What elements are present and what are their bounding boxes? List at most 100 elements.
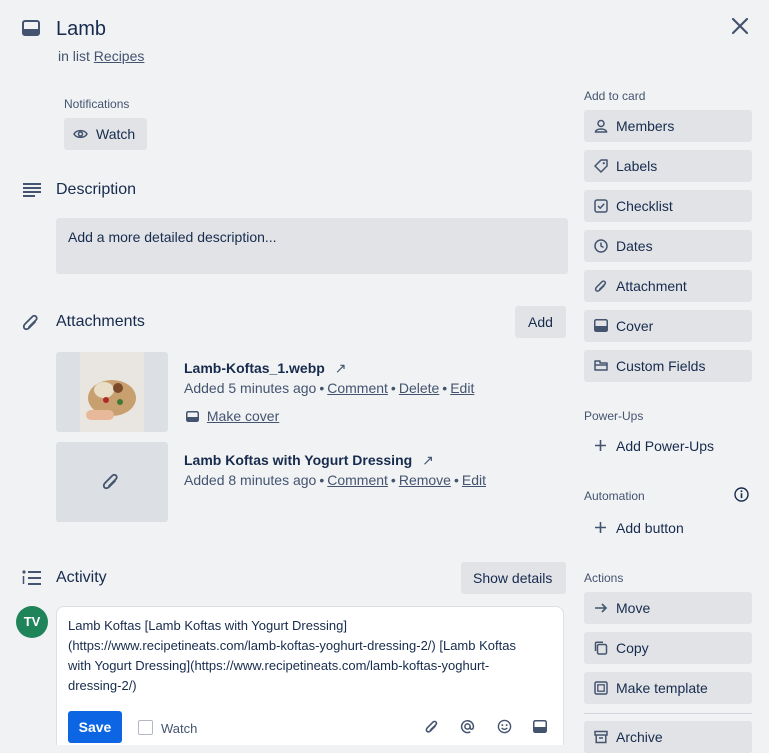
card-icon	[22, 20, 40, 36]
actions-label: Actions	[584, 571, 624, 585]
custom-fields-button[interactable]: Custom Fields	[584, 350, 752, 382]
make-template-label: Make template	[616, 680, 708, 696]
attachment-name[interactable]: Lamb Koftas with Yogurt Dressing ↗	[184, 452, 434, 469]
show-details-button[interactable]: Show details	[461, 562, 566, 594]
edit-link[interactable]: Edit	[450, 380, 474, 396]
open-external-icon[interactable]: ↗	[422, 452, 434, 468]
make-template-button[interactable]: Make template	[584, 672, 752, 704]
watch-button[interactable]: Watch	[64, 118, 147, 150]
tag-icon	[594, 159, 608, 173]
move-button[interactable]: Move	[584, 592, 752, 624]
list-link[interactable]: Recipes	[94, 48, 145, 64]
members-label: Members	[616, 118, 675, 134]
members-button[interactable]: Members	[584, 110, 752, 142]
add-button-button[interactable]: Add button	[584, 512, 752, 544]
attachment-filename: Lamb-Koftas_1.webp	[184, 360, 325, 376]
dates-label: Dates	[616, 238, 653, 254]
attachment-button[interactable]: Attachment	[584, 270, 752, 302]
custom-fields-icon	[594, 359, 608, 371]
attachment-filename: Lamb Koftas with Yogurt Dressing	[184, 452, 413, 468]
add-button-label: Add button	[616, 520, 684, 536]
make-cover-label: Make cover	[206, 408, 280, 424]
comment-editor[interactable]: Lamb Koftas [Lamb Koftas with Yogurt Dre…	[56, 606, 564, 745]
mention-icon[interactable]	[460, 719, 475, 734]
remove-link[interactable]: Remove	[399, 472, 451, 488]
attachment-label: Attachment	[616, 278, 687, 294]
person-icon	[594, 119, 608, 133]
paperclip-icon	[594, 279, 608, 294]
copy-label: Copy	[616, 640, 649, 656]
description-icon	[22, 182, 42, 198]
activity-heading: Activity	[56, 569, 107, 586]
description-heading: Description	[56, 181, 137, 198]
paperclip-icon	[102, 472, 120, 492]
edit-link[interactable]: Edit	[462, 472, 486, 488]
in-list-prefix: in list	[58, 48, 90, 64]
watch-checkbox[interactable]	[138, 720, 153, 735]
copy-icon	[594, 641, 608, 655]
cover-button[interactable]: Cover	[584, 310, 752, 342]
attachment-meta: Added 8 minutes ago • Comment • Remove • Edit	[184, 472, 486, 488]
template-icon	[594, 681, 608, 695]
clock-icon	[594, 239, 608, 253]
labels-label: Labels	[616, 158, 658, 174]
checkbox-icon	[594, 199, 608, 213]
activity-icon	[22, 570, 42, 586]
custom-fields-label: Custom Fields	[616, 358, 706, 374]
automation-label: Automation	[584, 489, 645, 503]
food-image	[80, 352, 144, 432]
delete-link[interactable]: Delete	[399, 380, 439, 396]
labels-button[interactable]: Labels	[584, 150, 752, 182]
archive-label: Archive	[616, 729, 663, 745]
open-external-icon[interactable]: ↗	[335, 360, 347, 376]
archive-icon	[594, 730, 608, 744]
close-icon[interactable]	[731, 17, 749, 35]
description-input[interactable]: Add a more detailed description...	[56, 218, 568, 274]
card-link-icon[interactable]	[533, 720, 547, 733]
make-cover-link[interactable]: Make cover	[186, 408, 279, 424]
avatar[interactable]: TV	[16, 606, 48, 638]
cover-label: Cover	[616, 318, 654, 334]
comment-link[interactable]: Comment	[327, 380, 388, 396]
attachment-added: Added 5 minutes ago	[184, 380, 317, 396]
plus-icon	[594, 521, 607, 534]
attachment-meta: Added 5 minutes ago • Comment • Delete • Edit	[184, 380, 475, 396]
attachment-thumbnail[interactable]	[56, 352, 168, 432]
power-ups-label: Power-Ups	[584, 409, 644, 423]
add-attachment-button[interactable]: Add	[515, 306, 566, 338]
archive-button[interactable]: Archive	[584, 721, 752, 753]
card-list-info: in list Recipes	[58, 48, 144, 64]
paperclip-icon	[22, 313, 40, 333]
eye-icon	[73, 128, 88, 140]
add-attachment-label: Add	[528, 314, 553, 330]
info-icon[interactable]	[734, 487, 749, 502]
dates-button[interactable]: Dates	[584, 230, 752, 262]
attachment-link-thumbnail[interactable]	[56, 442, 168, 522]
avatar-initials: TV	[23, 614, 41, 629]
checklist-label: Checklist	[616, 198, 673, 214]
plus-icon	[594, 439, 607, 452]
card-title[interactable]: Lamb	[56, 18, 106, 41]
comment-text[interactable]: Lamb Koftas [Lamb Koftas with Yogurt Dre…	[68, 616, 538, 696]
add-power-ups-label: Add Power-Ups	[616, 438, 715, 454]
watch-label: Watch	[96, 126, 136, 142]
emoji-icon[interactable]	[497, 719, 512, 734]
description-placeholder: Add a more detailed description...	[68, 229, 277, 245]
checklist-button[interactable]: Checklist	[584, 190, 752, 222]
attachment-name[interactable]: Lamb-Koftas_1.webp ↗	[184, 360, 346, 377]
attachments-heading: Attachments	[56, 313, 145, 330]
save-label: Save	[78, 719, 112, 735]
cover-icon	[186, 411, 199, 422]
watch-checkbox-label: Watch	[161, 721, 198, 736]
add-to-card-label: Add to card	[584, 89, 646, 103]
sidebar-divider	[584, 713, 752, 714]
copy-button[interactable]: Copy	[584, 632, 752, 664]
attach-icon[interactable]	[425, 719, 439, 735]
show-details-label: Show details	[473, 570, 553, 586]
move-label: Move	[616, 600, 651, 616]
save-button[interactable]: Save	[68, 711, 122, 743]
attachment-added: Added 8 minutes ago	[184, 472, 317, 488]
arrow-right-icon	[594, 601, 608, 615]
add-power-ups-button[interactable]: Add Power-Ups	[584, 430, 752, 462]
comment-link[interactable]: Comment	[327, 472, 388, 488]
